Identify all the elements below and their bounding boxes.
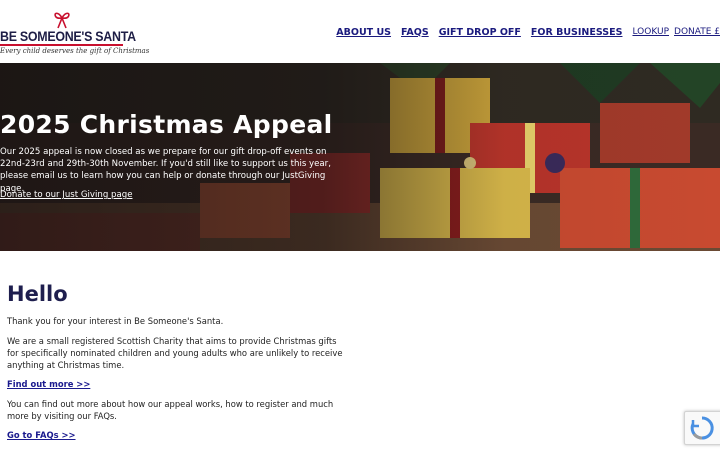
charity-description: We are a small registered Scottish Chari…	[7, 335, 343, 370]
hero-title: 2025 Christmas Appeal	[0, 110, 333, 139]
nav-about-us[interactable]: ABOUT US	[336, 27, 391, 38]
main-content: Hello Thank you for your interest in Be …	[7, 282, 347, 449]
recaptcha-badge[interactable]	[684, 411, 720, 445]
intro-paragraph: Thank you for your interest in Be Someon…	[7, 316, 224, 326]
ribbon-bow-icon	[54, 12, 70, 29]
logo-title: BE SOMEONE'S SANTA	[0, 29, 136, 44]
recaptcha-icon	[690, 416, 714, 440]
nav-for-businesses[interactable]: FOR BUSINESSES	[531, 27, 623, 38]
faqs-paragraph: You can find out more about how our appe…	[7, 398, 334, 421]
nav-gift-drop-off[interactable]: GIFT DROP OFF	[439, 27, 521, 38]
main-nav: ABOUT US FAQS GIFT DROP OFF FOR BUSINESS…	[336, 25, 720, 39]
logo-tagline: Every child deserves the gift of Christm…	[0, 47, 150, 55]
nav-donate[interactable]: DONATE £	[674, 27, 720, 37]
donate-justgiving-link[interactable]: Donate to our Just Giving page	[0, 190, 132, 200]
go-to-faqs-link[interactable]: Go to FAQs >>	[7, 429, 347, 441]
hero-banner: 2025 Christmas Appeal Our 2025 appeal is…	[0, 63, 720, 251]
site-logo[interactable]: BE SOMEONE'S SANTA Every child deserves …	[0, 9, 149, 55]
nav-faqs[interactable]: FAQS	[401, 27, 429, 38]
logo-divider	[0, 44, 123, 46]
site-header: BE SOMEONE'S SANTA Every child deserves …	[0, 0, 720, 63]
nav-lookup[interactable]: LOOKUP	[632, 27, 669, 37]
page-heading: Hello	[7, 282, 68, 306]
hero-description: Our 2025 appeal is now closed as we prep…	[0, 147, 331, 194]
find-out-more-link[interactable]: Find out more >>	[7, 378, 347, 390]
